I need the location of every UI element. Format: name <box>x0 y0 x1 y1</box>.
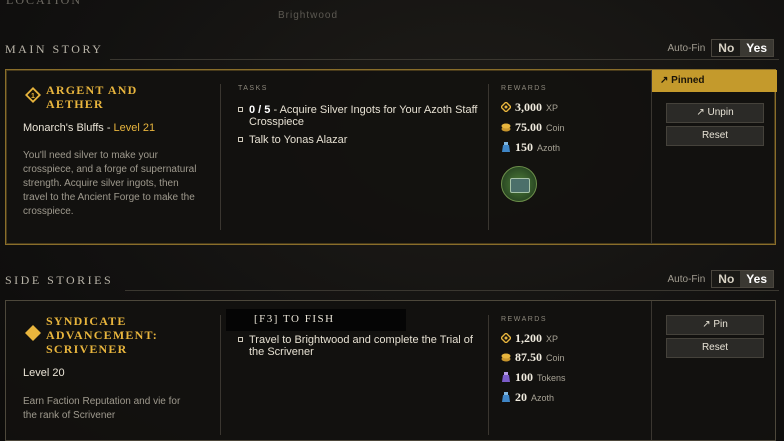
task-item: Travel to Brightwood and complete the Tr… <box>238 334 478 358</box>
actions-column: ↗ Pin Reset <box>651 301 777 440</box>
section-divider <box>125 290 779 291</box>
unpin-button[interactable]: ↗ Unpin <box>666 103 764 123</box>
reward-azoth: 150 Azoth <box>501 140 560 155</box>
reward-unit: Azoth <box>537 143 561 153</box>
reward-value: 3,000 <box>515 100 542 114</box>
task-text: - Acquire Silver Ingots for Your Azoth S… <box>249 104 478 128</box>
quest-info: 1 ARGENT AND AETHER Monarch's Bluffs - L… <box>6 70 220 244</box>
reward-xp: 1,200 XP <box>501 331 558 346</box>
location-label: LOCATION <box>6 0 82 7</box>
treasure-chest-icon[interactable] <box>501 166 537 202</box>
reward-unit: Tokens <box>537 373 566 383</box>
section-divider <box>110 59 779 60</box>
autofin-toggle[interactable]: No Yes <box>711 39 774 57</box>
reward-unit: Azoth <box>531 393 555 403</box>
unpin-label: Unpin <box>707 107 734 118</box>
autofin-no-option[interactable]: No <box>712 40 741 56</box>
task-text: Travel to Brightwood and complete the Tr… <box>249 334 473 358</box>
side-autofin: Auto-Fin No Yes <box>667 270 774 288</box>
reward-coin: 87.50 Coin <box>501 350 565 365</box>
main-quest-icon: 1 <box>25 87 41 103</box>
reward-value: 20 <box>515 390 527 404</box>
column-divider <box>220 84 221 230</box>
fish-text: TO FISH <box>278 313 335 325</box>
autofin-toggle[interactable]: No Yes <box>711 270 774 288</box>
checkbox-icon <box>238 337 243 342</box>
reward-xp: 3,000 XP <box>501 100 558 115</box>
column-divider <box>488 315 489 435</box>
quest-level: Level 20 <box>23 367 65 379</box>
autofin-yes-option[interactable]: Yes <box>740 40 773 56</box>
task-item: 0 / 5 - Acquire Silver Ingots for Your A… <box>238 104 478 128</box>
task-progress: 0 / 5 <box>249 104 271 116</box>
actions-column: ↗ Pinned ↗ Unpin Reset <box>651 70 777 244</box>
checkbox-icon <box>238 137 243 142</box>
azoth-icon <box>502 392 510 402</box>
side-stories-header: SIDE STORIES Auto-Fin No Yes <box>0 270 784 293</box>
column-divider <box>488 84 489 230</box>
pin-button[interactable]: ↗ Pin <box>666 315 764 335</box>
pin-label: Pin <box>713 319 728 330</box>
coin-icon <box>501 353 511 362</box>
reset-button[interactable]: Reset <box>666 126 764 146</box>
quest-title: ARGENT AND AETHER <box>46 83 138 111</box>
reward-value: 1,200 <box>515 331 542 345</box>
reward-unit: Coin <box>546 123 565 133</box>
autofin-no-option[interactable]: No <box>712 271 741 287</box>
side-stories-title: SIDE STORIES <box>5 273 114 287</box>
rewards-label: REWARDS <box>501 316 548 323</box>
reward-unit: Coin <box>546 353 565 363</box>
reward-azoth: 20 Azoth <box>501 390 554 405</box>
quest-description: You'll need silver to make your crosspie… <box>23 150 197 217</box>
chest-shape <box>510 178 530 193</box>
checkbox-icon <box>238 107 243 112</box>
reward-value: 75.00 <box>515 120 542 134</box>
reward-unit: XP <box>546 334 559 344</box>
reward-tokens: 100 Tokens <box>501 370 566 385</box>
quest-title: SYNDICATE ADVANCEMENT: SCRIVENER <box>46 314 158 356</box>
task-item: Talk to Yonas Alazar <box>238 134 478 146</box>
reward-value: 100 <box>515 370 533 384</box>
main-quest-card[interactable]: 1 ARGENT AND AETHER Monarch's Bluffs - L… <box>5 69 777 245</box>
task-text: Talk to Yonas Alazar <box>249 134 348 146</box>
main-story-title: MAIN STORY <box>5 42 104 56</box>
rewards-label: REWARDS <box>501 85 548 92</box>
autofin-label: Auto-Fin <box>667 273 706 285</box>
token-icon <box>502 372 510 382</box>
quest-description: Earn Faction Reputation and vie for the … <box>23 396 181 421</box>
reward-value: 87.50 <box>515 350 542 364</box>
column-divider <box>220 315 221 435</box>
reset-button[interactable]: Reset <box>666 338 764 358</box>
quest-info: SYNDICATE ADVANCEMENT: SCRIVENER Level 2… <box>6 301 220 440</box>
coin-icon <box>501 123 511 132</box>
pinned-label: Pinned <box>671 75 705 86</box>
tasks-label: TASKS <box>238 85 268 92</box>
fish-key: [F3] <box>254 313 279 325</box>
autofin-label: Auto-Fin <box>667 42 706 54</box>
location-strip: LOCATION Brightwood <box>0 0 784 28</box>
quest-location: Monarch's Bluffs - Level 21 <box>23 122 156 134</box>
xp-icon <box>501 102 511 112</box>
xp-icon <box>501 333 511 343</box>
location-value: Brightwood <box>278 10 339 21</box>
reward-value: 150 <box>515 140 533 154</box>
side-quest-icon <box>25 325 41 341</box>
reward-coin: 75.00 Coin <box>501 120 565 135</box>
main-story-header: MAIN STORY Auto-Fin No Yes <box>0 39 784 62</box>
pinned-status: ↗ Pinned <box>652 70 777 92</box>
main-autofin: Auto-Fin No Yes <box>667 39 774 57</box>
autofin-yes-option[interactable]: Yes <box>740 271 773 287</box>
quest-region: Monarch's Bluffs <box>23 122 104 134</box>
quest-level: Level 21 <box>113 122 156 134</box>
fish-prompt: [F3] TO FISH <box>254 313 335 325</box>
azoth-icon <box>502 142 510 152</box>
svg-text:1: 1 <box>31 93 35 100</box>
reward-unit: XP <box>546 103 559 113</box>
